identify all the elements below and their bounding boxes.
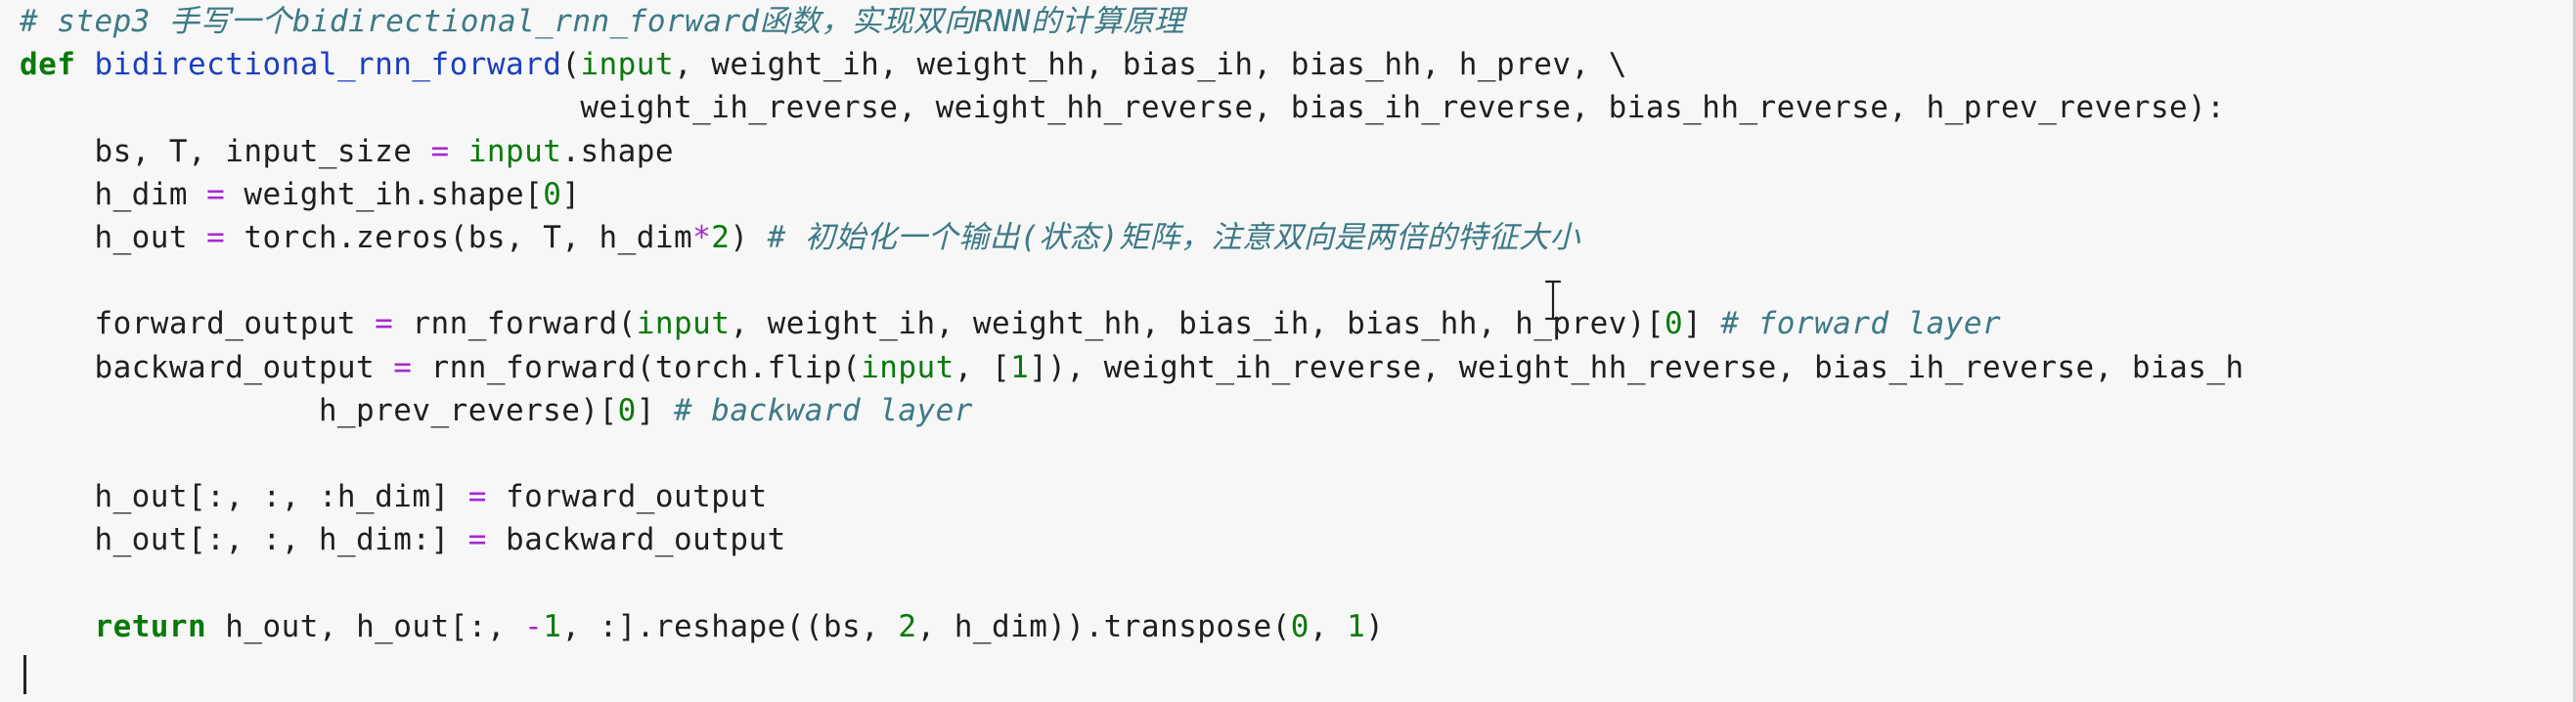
code-line[interactable]: h_out[:, :, h_dim:] = backward_output bbox=[20, 518, 2244, 561]
code-token: , :].reshape((bs, bbox=[561, 608, 899, 644]
code-token: # forward layer bbox=[1720, 306, 2002, 342]
code-token: ( bbox=[561, 47, 581, 83]
code-token: def bbox=[20, 47, 76, 83]
code-cell[interactable]: # step3 手写一个bidirectional_rnn_forward函数，… bbox=[0, 0, 2576, 702]
code-token: weight_ih.shape[ bbox=[225, 176, 544, 212]
code-token: bs, T, input_size bbox=[20, 133, 431, 169]
code-token: bidirectional_rnn_forward bbox=[94, 47, 562, 83]
code-token: , [ bbox=[954, 349, 1011, 385]
code-token: # step3 手写一个bidirectional_rnn_forward函数，… bbox=[20, 4, 1185, 39]
code-token: 1 bbox=[1010, 349, 1030, 385]
code-line[interactable] bbox=[20, 432, 2244, 475]
code-token: , weight_ih, weight_hh, bias_ih, bias_hh… bbox=[674, 47, 1627, 83]
code-token: , weight_ih, weight_hh, bias_ih, bias_hh… bbox=[730, 306, 1666, 342]
code-token: weight_ih_reverse, weight_hh_reverse, bi… bbox=[20, 90, 2226, 126]
code-line[interactable]: def bidirectional_rnn_forward(input, wei… bbox=[20, 43, 2244, 86]
code-token: 0 bbox=[543, 176, 562, 212]
code-token: 2 bbox=[898, 608, 917, 644]
text-caret bbox=[23, 655, 26, 694]
code-line[interactable]: h_prev_reverse)[0] # backward layer bbox=[20, 389, 2244, 432]
code-token: # 初始化一个输出(状态)矩阵，注意双向是两倍的特征大小 bbox=[767, 219, 1580, 255]
code-token: input bbox=[861, 349, 955, 385]
code-token: 0 bbox=[1290, 608, 1310, 644]
code-line[interactable]: h_dim = weight_ih.shape[0] bbox=[20, 173, 2244, 216]
code-token: 0 bbox=[1665, 306, 1684, 342]
code-token: h_prev_reverse)[ bbox=[20, 392, 618, 428]
code-token: = bbox=[206, 219, 226, 255]
code-token: forward_output bbox=[20, 306, 376, 342]
code-token: , h_dim)).transpose( bbox=[916, 608, 1291, 644]
code-token: ] bbox=[636, 392, 674, 428]
code-token: backward_output bbox=[20, 349, 394, 385]
code-token: # backward layer bbox=[674, 392, 973, 428]
code-line[interactable]: bs, T, input_size = input.shape bbox=[20, 130, 2244, 173]
code-token: = bbox=[206, 176, 226, 212]
code-token: input bbox=[636, 306, 731, 342]
text-ibeam-cursor-icon bbox=[1544, 280, 1562, 321]
code-token: forward_output bbox=[486, 479, 768, 515]
code-line[interactable] bbox=[20, 561, 2244, 604]
code-token: rnn_forward( bbox=[393, 306, 637, 342]
code-token: input bbox=[467, 133, 562, 169]
code-line[interactable] bbox=[20, 259, 2244, 302]
code-token: = bbox=[375, 306, 394, 342]
code-token: = bbox=[467, 479, 487, 515]
code-token: torch.zeros(bs, T, h_dim bbox=[225, 219, 693, 255]
code-token: 0 bbox=[617, 392, 637, 428]
code-token: return bbox=[94, 608, 207, 644]
code-line[interactable]: backward_output = rnn_forward(torch.flip… bbox=[20, 346, 2244, 389]
code-token: 1 bbox=[1347, 608, 1366, 644]
code-line[interactable]: weight_ih_reverse, weight_hh_reverse, bi… bbox=[20, 86, 2244, 129]
code-token: h_out, h_out[:, bbox=[206, 608, 525, 644]
code-token: rnn_forward(torch.flip( bbox=[412, 349, 862, 385]
code-token: = bbox=[393, 349, 413, 385]
code-token: h_dim bbox=[20, 176, 207, 212]
code-line[interactable]: forward_output = rnn_forward(input, weig… bbox=[20, 302, 2244, 345]
code-token: backward_output bbox=[486, 522, 786, 558]
code-line[interactable]: # step3 手写一个bidirectional_rnn_forward函数，… bbox=[20, 0, 2244, 43]
code-token: = bbox=[430, 133, 450, 169]
code-token: 2 bbox=[711, 219, 731, 255]
notebook-viewport: # step3 手写一个bidirectional_rnn_forward函数，… bbox=[0, 0, 2576, 702]
code-token: ]), weight_ih_reverse, weight_hh_reverse… bbox=[1029, 349, 2244, 385]
code-token: h_out bbox=[20, 219, 207, 255]
code-token: ) bbox=[1365, 608, 1385, 644]
code-editor[interactable]: # step3 手写一个bidirectional_rnn_forward函数，… bbox=[20, 0, 2244, 648]
code-token: = bbox=[467, 522, 487, 558]
code-token: , bbox=[1309, 608, 1348, 644]
code-token: * bbox=[692, 219, 712, 255]
code-token: .shape bbox=[561, 133, 675, 169]
code-line[interactable]: h_out[:, :, :h_dim] = forward_output bbox=[20, 475, 2244, 518]
code-token: ] bbox=[561, 176, 581, 212]
code-line[interactable]: h_out = torch.zeros(bs, T, h_dim*2) # 初始… bbox=[20, 216, 2244, 259]
code-token: input bbox=[580, 47, 675, 83]
code-line[interactable]: return h_out, h_out[:, -1, :].reshape((b… bbox=[20, 605, 2244, 648]
code-token: ) bbox=[730, 219, 768, 255]
code-token: h_out[:, :, :h_dim] bbox=[20, 479, 468, 515]
code-token: 1 bbox=[543, 608, 562, 644]
code-token: - bbox=[524, 608, 544, 644]
code-token: h_out[:, :, h_dim:] bbox=[20, 522, 468, 558]
code-token: ] bbox=[1683, 306, 1721, 342]
